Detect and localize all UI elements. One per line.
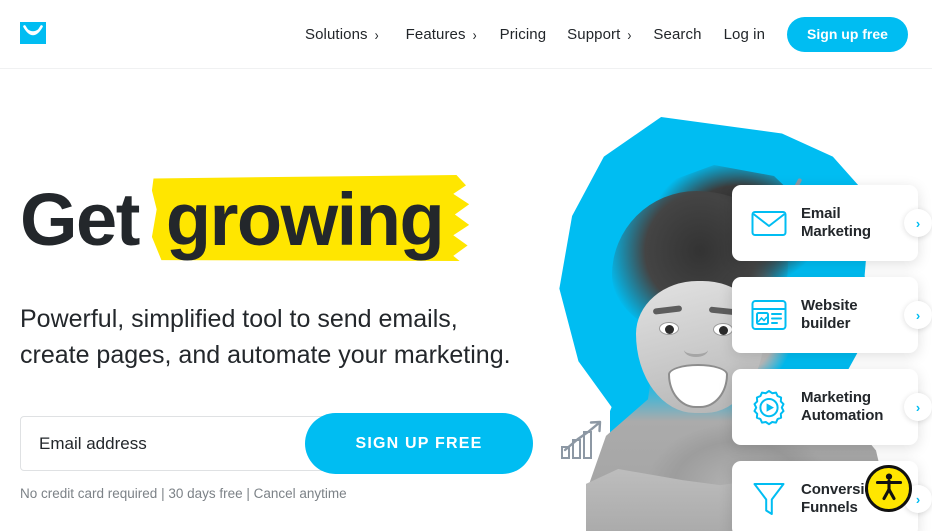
nav-label-features: Features <box>405 26 466 43</box>
feature-label-line2: builder <box>801 315 851 332</box>
browser-window-icon <box>750 296 788 334</box>
growth-chart-icon <box>560 419 606 461</box>
nav-label-search: Search <box>653 26 702 43</box>
envelope-icon <box>750 204 788 242</box>
nav-item-pricing[interactable]: Pricing <box>500 26 547 43</box>
feature-label-line1: Email <box>801 205 841 222</box>
feature-card-label: Email Marketing <box>801 205 871 241</box>
hero-headline-prefix: Get <box>20 178 140 261</box>
feature-label-line2: Funnels <box>801 499 858 516</box>
hero-portrait-eye-right <box>713 323 733 336</box>
hero-subheadline-line2: create pages, and automate your marketin… <box>20 340 511 369</box>
site-header: Solutions › Features › Pricing Support ›… <box>0 0 932 69</box>
hero-signup-form: SIGN UP FREE <box>20 413 533 474</box>
nav-item-solutions[interactable]: Solutions › <box>305 26 379 43</box>
feature-label-line1: Website <box>801 297 858 314</box>
hero-portrait-nose <box>684 343 708 357</box>
hero-section: Get growing Powerful, simplified tool to… <box>0 69 932 531</box>
accessibility-widget-button[interactable] <box>865 465 912 512</box>
feature-label-line1: Marketing <box>801 389 871 406</box>
hero-subheadline-line1: Powerful, simplified tool to send emails… <box>20 305 458 333</box>
main-navigation: Solutions › Features › Pricing Support ›… <box>305 0 908 69</box>
signup-disclaimer: No credit card required | 30 days free |… <box>20 486 347 501</box>
chevron-right-icon: › <box>374 25 379 44</box>
feature-card-email-marketing[interactable]: Email Marketing › <box>732 185 932 261</box>
nav-item-features[interactable]: Features › <box>406 26 477 43</box>
feature-card-label: Marketing Automation <box>801 389 883 425</box>
feature-card-website-builder[interactable]: Website builder › <box>732 277 932 353</box>
gear-play-icon <box>750 388 788 426</box>
hero-portrait-mouth <box>668 364 728 408</box>
hero-signup-button[interactable]: SIGN UP FREE <box>305 413 533 474</box>
feature-card-arrow-button[interactable]: › <box>904 301 932 329</box>
funnel-icon <box>750 480 788 518</box>
header-signup-button[interactable]: Sign up free <box>787 17 908 52</box>
feature-card-arrow-button[interactable]: › <box>904 209 932 237</box>
nav-item-search[interactable]: Search <box>653 26 701 43</box>
feature-label-line2: Automation <box>801 407 884 424</box>
nav-label-support: Support <box>567 26 621 43</box>
feature-card-arrow-button[interactable]: › <box>904 393 932 421</box>
nav-item-support[interactable]: Support › <box>567 26 631 43</box>
chevron-right-icon: › <box>472 25 477 44</box>
nav-label-login: Log in <box>723 26 766 43</box>
hero-headline: Get growing <box>20 183 451 257</box>
hero-subheadline: Powerful, simplified tool to send emails… <box>20 302 511 373</box>
nav-item-login[interactable]: Log in <box>724 26 765 43</box>
feature-card-label: Website builder <box>801 297 858 333</box>
hero-portrait-eye-left <box>659 322 679 335</box>
hero-portrait-brow-left <box>652 305 683 315</box>
accessibility-person-icon <box>874 471 904 506</box>
feature-label-line2: Marketing <box>801 223 871 240</box>
feature-card-marketing-automation[interactable]: Marketing Automation › <box>732 369 932 445</box>
nav-label-pricing: Pricing <box>499 26 547 43</box>
chevron-right-icon: › <box>627 25 632 44</box>
nav-label-solutions: Solutions <box>305 26 368 43</box>
hero-headline-highlight: growing <box>158 183 451 257</box>
envelope-logo-icon[interactable] <box>20 22 46 44</box>
